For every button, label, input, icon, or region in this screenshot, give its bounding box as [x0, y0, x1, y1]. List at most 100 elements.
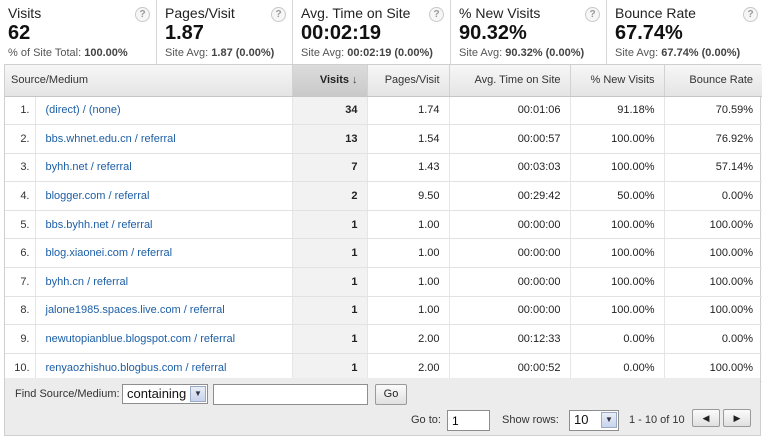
- source-cell: jalone1985.spaces.live.com / referral: [35, 296, 293, 326]
- match-type-select[interactable]: containing ▼: [122, 384, 208, 404]
- new-visits-cell: 100.00%: [570, 267, 665, 297]
- source-link[interactable]: blogger.com / referral: [46, 190, 150, 202]
- table-row: 5. bbs.byhh.net / referral 1 1.00 00:00:…: [5, 210, 763, 240]
- column-header-label: Visits: [319, 74, 350, 87]
- new-visits-cell: 100.00%: [570, 210, 665, 240]
- source-cell: byhh.net / referral: [35, 153, 293, 183]
- scorecard-value: 90.32%: [459, 22, 527, 44]
- scorecard-label: Avg. Time on Site: [301, 5, 411, 21]
- column-header-source-medium[interactable]: Source/Medium: [5, 65, 293, 97]
- avg-time-cell: 00:00:00: [449, 210, 571, 240]
- sort-descending-icon: ↓: [352, 74, 358, 87]
- pages-per-visit-cell: 1.43: [367, 153, 450, 183]
- find-source-medium-input[interactable]: [213, 384, 368, 405]
- pages-per-visit-cell: 2.00: [367, 324, 450, 354]
- row-number: 3.: [5, 153, 36, 183]
- avg-time-cell: 00:03:03: [449, 153, 571, 183]
- table-row: 2. bbs.whnet.edu.cn / referral 13 1.54 0…: [5, 124, 763, 154]
- next-page-button[interactable]: ▶: [723, 409, 751, 427]
- table-header-row: Source/Medium Visits ↓ Pages/Visit Avg. T…: [5, 65, 763, 97]
- visits-cell: 1: [292, 238, 368, 269]
- scorecard-label: Visits: [8, 5, 42, 21]
- chevron-left-icon: ◀: [702, 413, 710, 423]
- bounce-rate-cell: 100.00%: [664, 210, 763, 240]
- column-header-bounce-rate[interactable]: Bounce Rate: [664, 65, 763, 97]
- table-row: 7. byhh.cn / referral 1 1.00 00:00:00 10…: [5, 267, 763, 297]
- visits-cell: 1: [292, 210, 368, 240]
- find-source-medium-label: Find Source/Medium:: [15, 388, 120, 400]
- match-type-value: containing: [127, 386, 187, 401]
- chevron-right-icon: ▶: [733, 413, 741, 423]
- avg-time-cell: 00:00:00: [449, 296, 571, 326]
- goto-page-input[interactable]: [447, 410, 490, 431]
- column-header-new-visits[interactable]: % New Visits: [570, 65, 665, 97]
- help-icon[interactable]: ?: [271, 7, 286, 22]
- pages-per-visit-cell: 1.00: [367, 296, 450, 326]
- goto-label: Go to:: [411, 414, 441, 426]
- help-icon[interactable]: ?: [135, 7, 150, 22]
- new-visits-cell: 100.00%: [570, 124, 665, 154]
- chevron-down-icon: ▼: [190, 386, 206, 402]
- avg-time-cell: 00:00:00: [449, 267, 571, 297]
- bounce-rate-cell: 70.59%: [664, 96, 763, 126]
- chevron-down-icon: ▼: [601, 412, 617, 428]
- visits-cell: 7: [292, 153, 368, 183]
- table-row: 9. newutopianblue.blogspot.com / referra…: [5, 324, 763, 354]
- bounce-rate-cell: 100.00%: [664, 238, 763, 269]
- source-cell: blogger.com / referral: [35, 181, 293, 211]
- show-rows-label: Show rows:: [502, 414, 559, 426]
- help-icon[interactable]: ?: [429, 7, 444, 22]
- scorecard-sub-prefix: Site Avg:: [301, 47, 348, 59]
- source-link[interactable]: renyaozhishuo.blogbus.com / referral: [46, 362, 227, 374]
- avg-time-cell: 00:12:33: [449, 324, 571, 354]
- column-header-avg-time-on-site[interactable]: Avg. Time on Site: [449, 65, 571, 97]
- source-cell: bbs.whnet.edu.cn / referral: [35, 124, 293, 154]
- scorecard-value: 62: [8, 22, 31, 44]
- source-link[interactable]: blog.xiaonei.com / referral: [46, 247, 173, 259]
- table-row: 6. blog.xiaonei.com / referral 1 1.00 00…: [5, 238, 763, 269]
- scorecard-label: % New Visits: [459, 5, 541, 21]
- previous-page-button[interactable]: ◀: [692, 409, 720, 427]
- table-row: 3. byhh.net / referral 7 1.43 00:03:03 1…: [5, 153, 763, 183]
- help-icon[interactable]: ?: [585, 7, 600, 22]
- go-button[interactable]: Go: [375, 384, 407, 405]
- pages-per-visit-cell: 9.50: [367, 181, 450, 211]
- scorecard-pages-per-visit: Pages/Visit 1.87 Site Avg: 1.87 (0.00%) …: [157, 0, 293, 64]
- source-cell: (direct) / (none): [35, 96, 293, 126]
- table-row: 8. jalone1985.spaces.live.com / referral…: [5, 296, 763, 326]
- bounce-rate-cell: 57.14%: [664, 153, 763, 183]
- scorecard-value: 1.87: [165, 22, 204, 44]
- row-number: 5.: [5, 210, 36, 240]
- source-cell: byhh.cn / referral: [35, 267, 293, 297]
- visits-cell: 13: [292, 124, 368, 154]
- bounce-rate-cell: 100.00%: [664, 267, 763, 297]
- source-link[interactable]: jalone1985.spaces.live.com / referral: [46, 304, 225, 316]
- source-link[interactable]: newutopianblue.blogspot.com / referral: [46, 333, 236, 345]
- source-link[interactable]: (direct) / (none): [46, 104, 121, 116]
- source-link[interactable]: byhh.net / referral: [46, 161, 132, 173]
- source-cell: newutopianblue.blogspot.com / referral: [35, 324, 293, 354]
- show-rows-select[interactable]: 10 ▼: [569, 410, 619, 431]
- bounce-rate-cell: 0.00%: [664, 324, 763, 354]
- avg-time-cell: 00:29:42: [449, 181, 571, 211]
- column-header-pages-per-visit[interactable]: Pages/Visit: [367, 65, 450, 97]
- new-visits-cell: 50.00%: [570, 181, 665, 211]
- source-link[interactable]: bbs.byhh.net / referral: [46, 219, 153, 231]
- column-header-visits[interactable]: Visits ↓: [292, 65, 368, 97]
- scorecard-bounce-rate: Bounce Rate 67.74% Site Avg: 67.74% (0.0…: [607, 0, 764, 64]
- bounce-rate-cell: 0.00%: [664, 181, 763, 211]
- help-icon[interactable]: ?: [743, 7, 758, 22]
- visits-cell: 1: [292, 296, 368, 326]
- scorecard-subtext: Site Avg: 90.32% (0.00%): [459, 46, 600, 60]
- source-link[interactable]: bbs.whnet.edu.cn / referral: [46, 133, 176, 145]
- avg-time-cell: 00:00:57: [449, 124, 571, 154]
- source-link[interactable]: byhh.cn / referral: [46, 276, 129, 288]
- pages-per-visit-cell: 1.00: [367, 238, 450, 269]
- scorecard-subtext: Site Avg: 67.74% (0.00%): [615, 46, 758, 60]
- source-cell: blog.xiaonei.com / referral: [35, 238, 293, 269]
- scorecard-sub-prefix: Site Avg:: [615, 47, 662, 59]
- new-visits-cell: 91.18%: [570, 96, 665, 126]
- scorecard-new-visits: % New Visits 90.32% Site Avg: 90.32% (0.…: [451, 0, 607, 64]
- row-number: 4.: [5, 181, 36, 211]
- scorecard-value: 00:02:19: [301, 22, 382, 44]
